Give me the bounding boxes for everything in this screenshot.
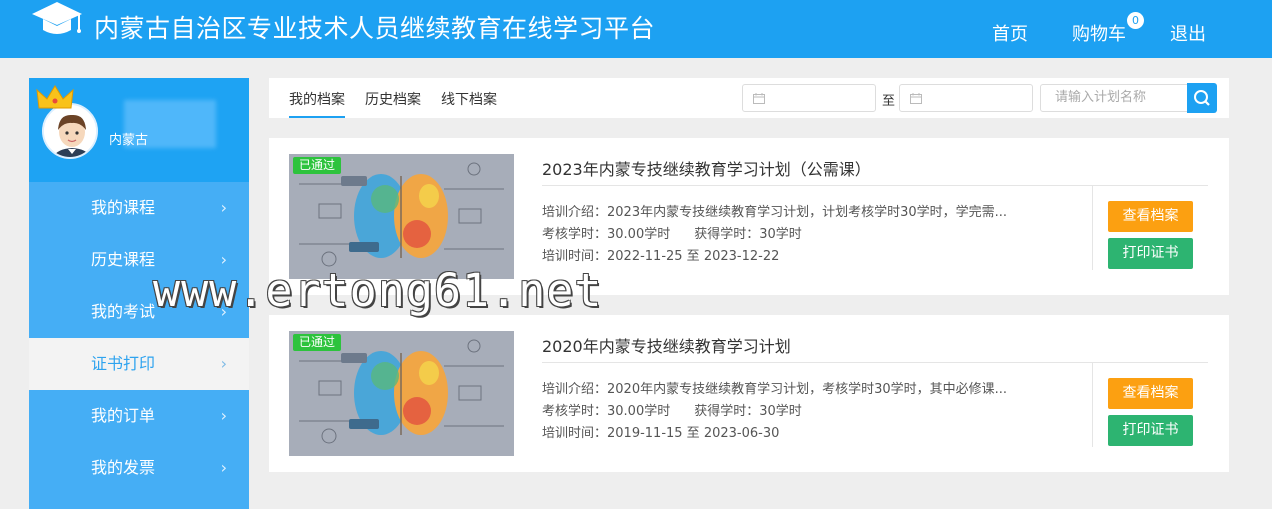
plan-card: 已通过 2020年内蒙专技继续教育学习计划 培训介绍：2020年内蒙专技继续教育… <box>269 315 1229 472</box>
cart-count-badge: 0 <box>1127 12 1144 29</box>
chevron-right-icon: › <box>220 354 227 373</box>
plan-period: 培训时间：2019-11-15 至 2023-06-30 <box>542 426 780 441</box>
sidebar-item-my-orders[interactable]: 我的订单 › <box>29 390 249 442</box>
print-certificate-button[interactable]: 打印证书 <box>1108 415 1193 446</box>
plan-intro: 培训介绍：2023年内蒙专技继续教育学习计划，计划考核学时30学时，学完需... <box>542 205 1008 220</box>
end-date-input[interactable] <box>899 84 1033 112</box>
tab-history-archive[interactable]: 历史档案 <box>365 89 421 109</box>
calendar-icon <box>910 93 922 104</box>
card-vertical-divider <box>1092 363 1093 447</box>
sidebar-item-my-courses[interactable]: 我的课程 › <box>29 182 249 234</box>
graduation-cap-icon <box>32 2 82 34</box>
plan-cover-image[interactable]: 已通过 <box>289 154 514 279</box>
site-title: 内蒙古自治区专业技术人员继续教育在线学习平台 <box>94 14 656 43</box>
calendar-icon <box>753 93 765 104</box>
view-archive-button[interactable]: 查看档案 <box>1108 201 1193 232</box>
sidebar-item-label: 历史课程 <box>91 250 156 269</box>
sidebar-item-label: 我的课程 <box>91 198 156 217</box>
sidebar-menu: 我的课程 › 历史课程 › 我的考试 › 证书打印 › 我的订单 › 我的发票 … <box>29 182 249 494</box>
earned-hours: 获得学时：30学时 <box>694 404 802 419</box>
required-hours: 考核学时：30.00学时 <box>542 404 671 419</box>
nav-cart-link[interactable]: 购物车 <box>1072 20 1126 46</box>
sidebar-item-my-invoices[interactable]: 我的发票 › <box>29 442 249 494</box>
user-avatar-icon <box>44 105 96 157</box>
sidebar-item-label: 我的考试 <box>91 302 156 321</box>
tabs-bar: 我的档案 历史档案 线下档案 至 请输入计划名称 <box>269 78 1229 118</box>
start-date-input[interactable] <box>742 84 876 112</box>
plan-title[interactable]: 2023年内蒙专技继续教育学习计划（公需课） <box>542 156 871 180</box>
plan-cover-image[interactable]: 已通过 <box>289 331 514 456</box>
plan-intro: 培训介绍：2020年内蒙专技继续教育学习计划，考核学时30学时，其中必修课... <box>542 382 1008 397</box>
watermark-text: www.ertong61.net <box>153 264 603 317</box>
card-divider <box>542 362 1208 363</box>
tab-my-archive[interactable]: 我的档案 <box>289 89 345 118</box>
search-button[interactable] <box>1187 83 1217 113</box>
plan-hours: 考核学时：30.00学时 获得学时：30学时 <box>542 223 802 242</box>
date-range-separator: 至 <box>882 94 896 109</box>
view-archive-button[interactable]: 查看档案 <box>1108 378 1193 409</box>
chevron-right-icon: › <box>220 458 227 477</box>
sidebar-item-label: 我的发票 <box>91 458 156 477</box>
passed-badge: 已通过 <box>293 334 342 351</box>
top-header: 内蒙古自治区专业技术人员继续教育在线学习平台 首页 购物车 0 退出 <box>0 0 1272 58</box>
passed-badge: 已通过 <box>293 157 342 174</box>
nav-home-link[interactable]: 首页 <box>992 20 1028 46</box>
crown-icon <box>36 85 74 109</box>
required-hours: 考核学时：30.00学时 <box>542 227 671 242</box>
plan-search-input[interactable]: 请输入计划名称 <box>1040 84 1188 112</box>
card-divider <box>542 185 1208 186</box>
sidebar-item-label: 我的订单 <box>91 406 156 425</box>
sidebar-item-certificate-print[interactable]: 证书打印 › <box>29 338 249 390</box>
earned-hours: 获得学时：30学时 <box>694 227 802 242</box>
username: 内蒙古 <box>109 133 149 148</box>
profile-panel: 内蒙古 <box>29 78 249 182</box>
plan-hours: 考核学时：30.00学时 获得学时：30学时 <box>542 400 802 419</box>
search-icon <box>1194 90 1210 106</box>
nav-exit-link[interactable]: 退出 <box>1170 20 1206 46</box>
chevron-right-icon: › <box>220 198 227 217</box>
card-vertical-divider <box>1092 186 1093 270</box>
tab-offline-archive[interactable]: 线下档案 <box>441 89 497 109</box>
sidebar-item-label: 证书打印 <box>91 354 156 373</box>
plan-period: 培训时间：2022-11-25 至 2023-12-22 <box>542 249 780 264</box>
plan-title[interactable]: 2020年内蒙专技继续教育学习计划 <box>542 333 791 357</box>
chevron-right-icon: › <box>220 406 227 425</box>
print-certificate-button[interactable]: 打印证书 <box>1108 238 1193 269</box>
